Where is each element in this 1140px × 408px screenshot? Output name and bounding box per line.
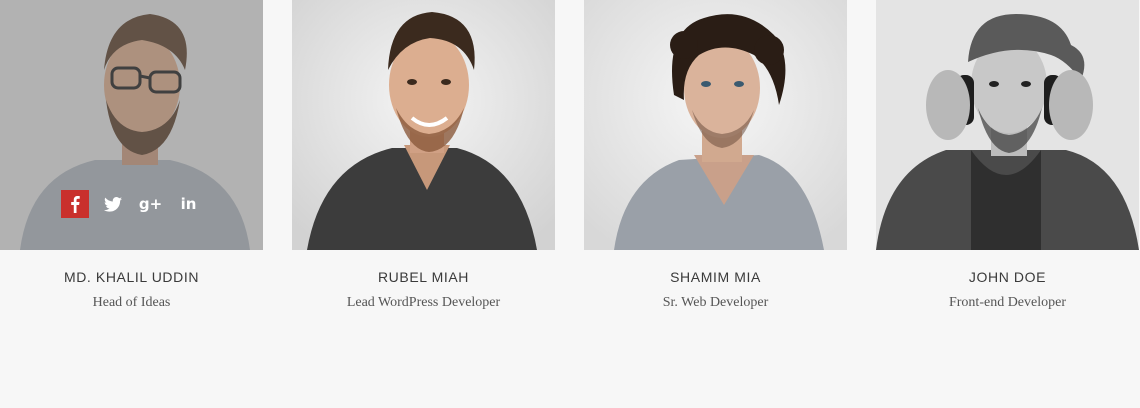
smiling-man-dark-shirt-photo [292, 0, 555, 250]
facebook-icon[interactable] [60, 190, 89, 218]
man-curly-hair-grey-tshirt-photo [584, 0, 847, 250]
member-name: JOHN DOE [968, 269, 1047, 285]
member-photo[interactable]: g+ in [0, 0, 263, 250]
member-role: Head of Ideas [92, 295, 171, 310]
member-photo[interactable] [584, 0, 847, 250]
member-role: Lead WordPress Developer [346, 295, 501, 310]
linkedin-icon[interactable]: in [175, 190, 203, 218]
team-member-card: RUBEL MIAH Lead WordPress Developer [292, 0, 555, 312]
man-cap-headphones-photo [876, 0, 1139, 250]
twitter-icon[interactable] [99, 190, 127, 218]
member-role: Front-end Developer [948, 295, 1067, 310]
social-links: g+ in [0, 190, 263, 218]
team-section: g+ in MD. KHALIL UDDIN Head of Ideas RUB… [0, 0, 1140, 408]
member-role: Sr. Web Developer [662, 295, 769, 310]
google-plus-icon[interactable]: g+ [137, 190, 165, 218]
member-photo[interactable] [876, 0, 1139, 250]
team-member-card: g+ in MD. KHALIL UDDIN Head of Ideas [0, 0, 263, 312]
team-member-card: SHAMIM MIA Sr. Web Developer [584, 0, 847, 312]
member-name: SHAMIM MIA [670, 269, 761, 285]
member-name: MD. KHALIL UDDIN [63, 269, 200, 285]
member-name: RUBEL MIAH [377, 269, 470, 285]
team-member-card: JOHN DOE Front-end Developer [876, 0, 1139, 312]
member-photo[interactable] [292, 0, 555, 250]
